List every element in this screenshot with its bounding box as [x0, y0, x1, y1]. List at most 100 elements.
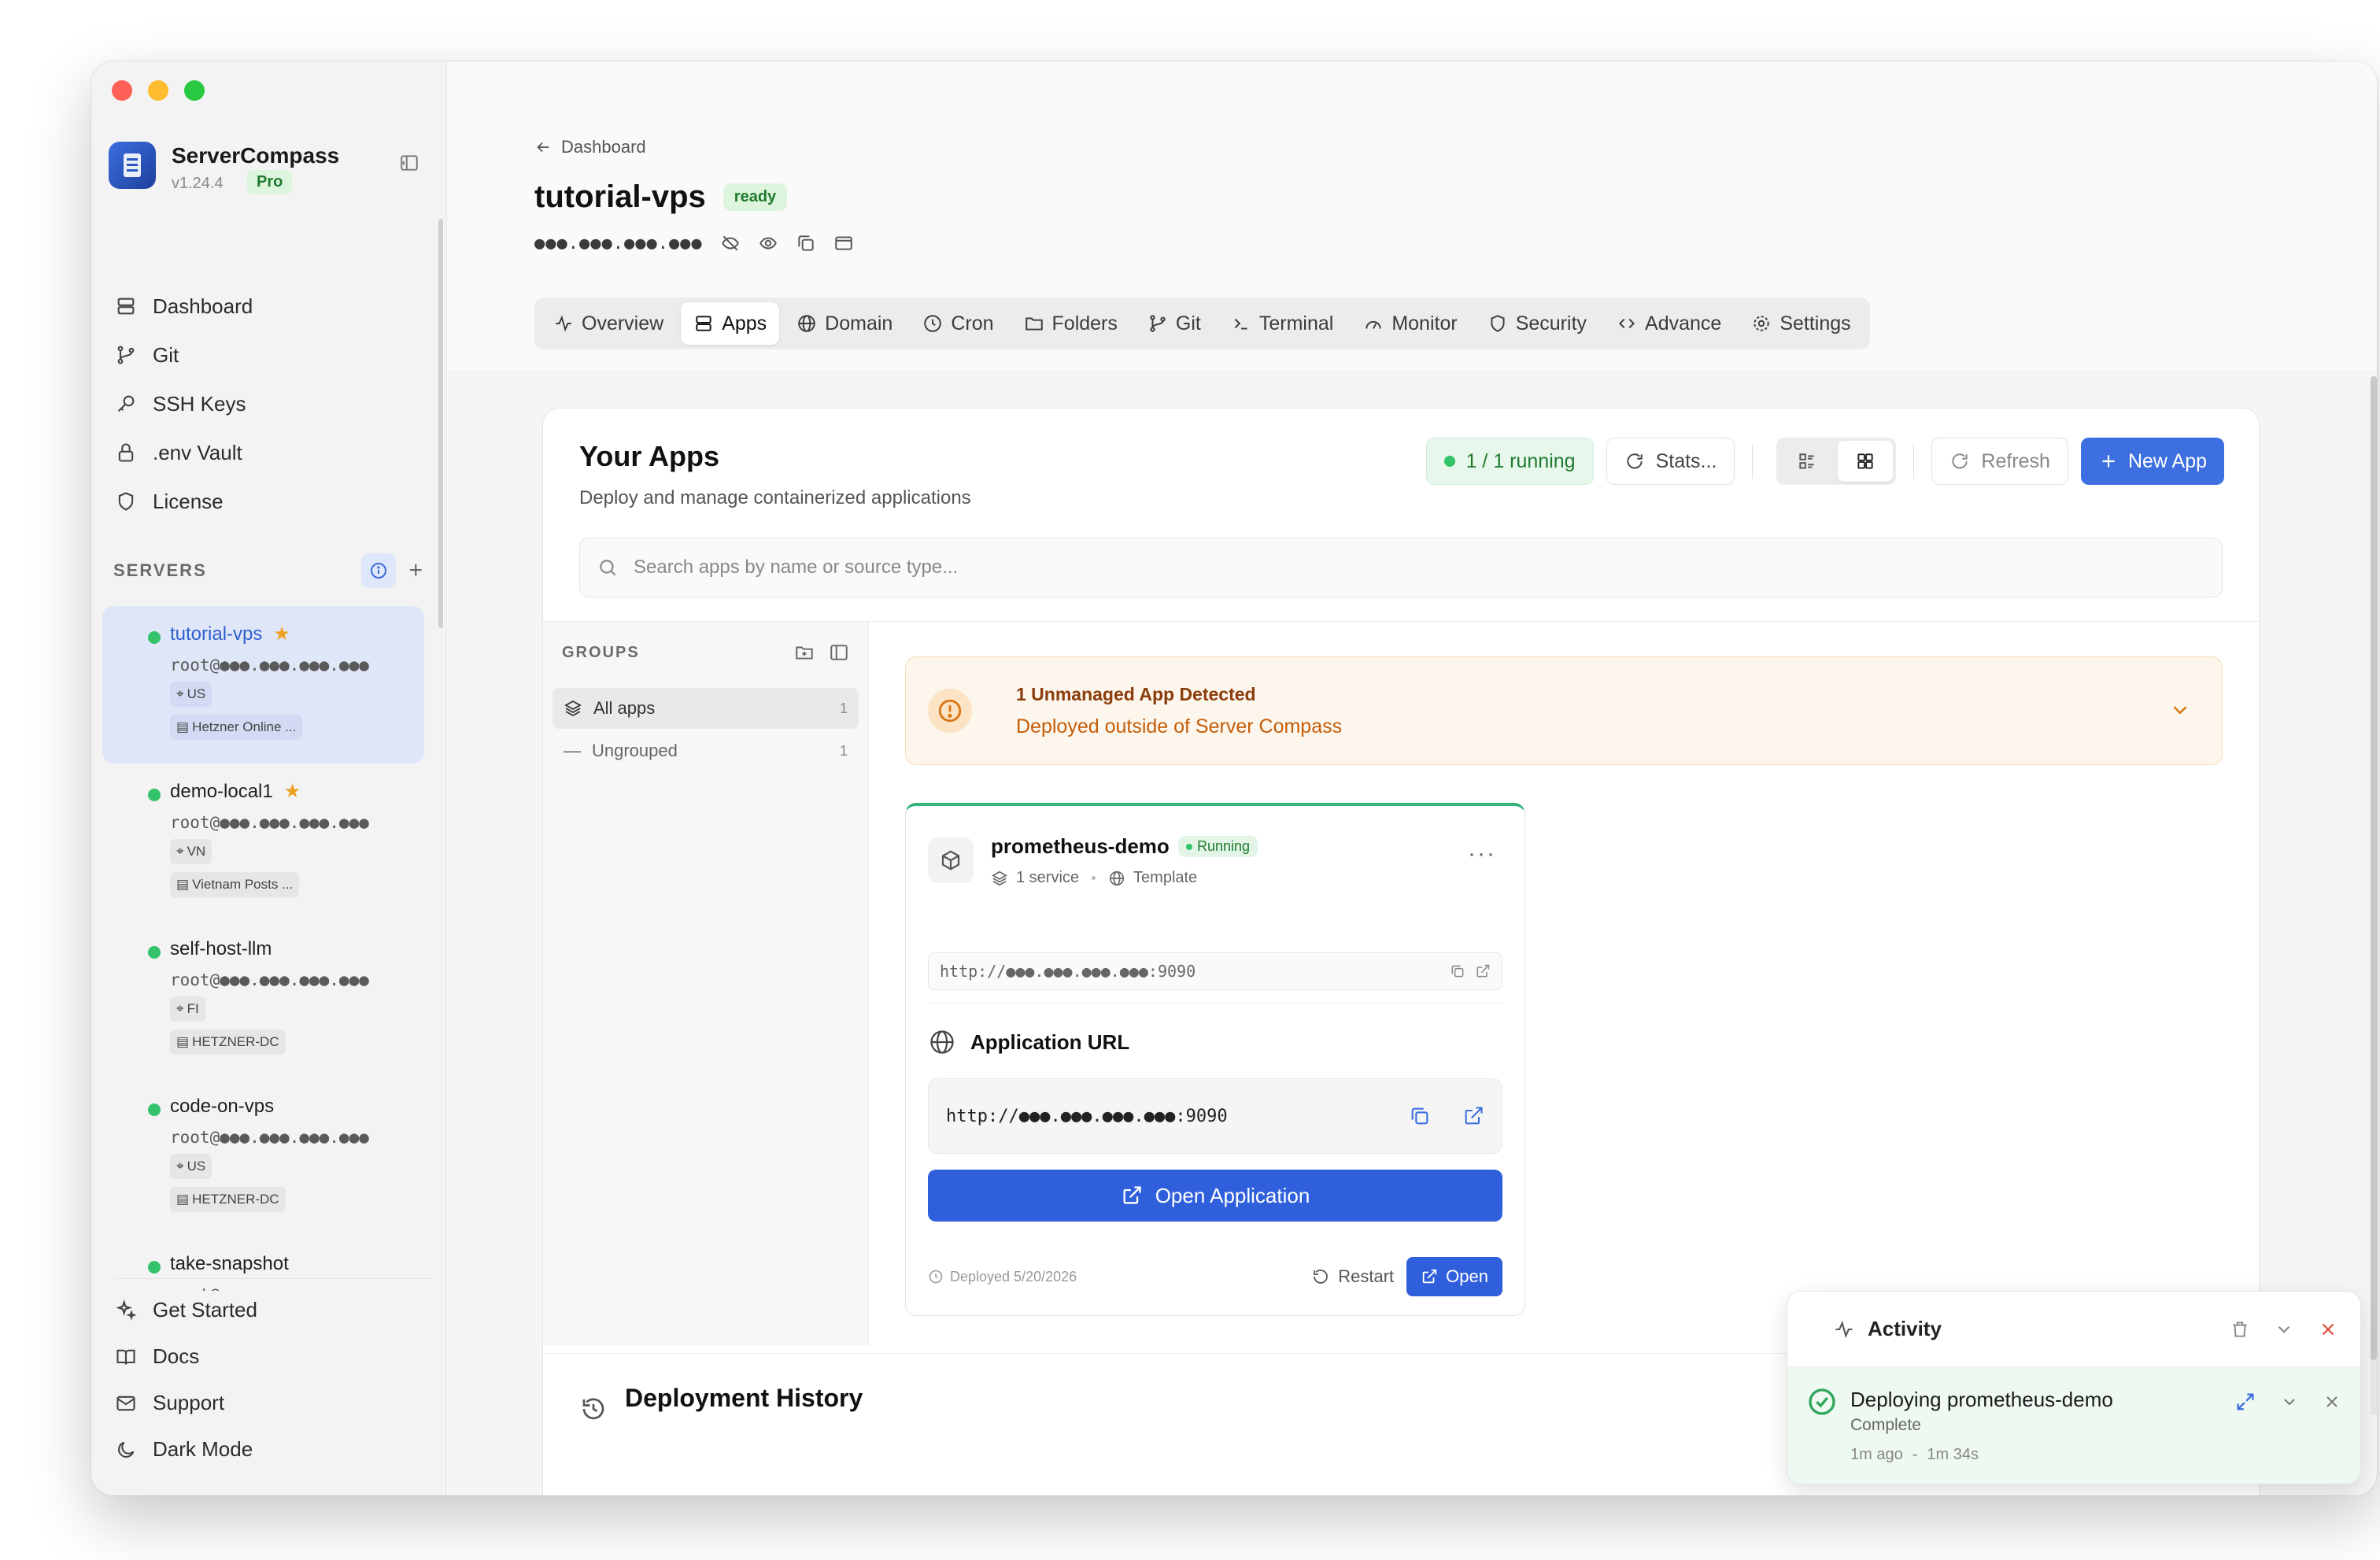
- tab-label: Terminal: [1258, 312, 1334, 335]
- status-dot: [148, 1103, 161, 1116]
- group-item-all-apps[interactable]: All apps 1: [552, 688, 859, 729]
- restart-button[interactable]: Restart: [1311, 1266, 1394, 1287]
- grid-view-icon[interactable]: [1838, 441, 1894, 482]
- copy-icon[interactable]: [1450, 963, 1465, 979]
- external-link-icon: [1121, 1185, 1143, 1207]
- eye-off-icon[interactable]: [720, 233, 741, 253]
- trash-icon[interactable]: [2230, 1319, 2250, 1340]
- nav-item-dark-mode[interactable]: Dark Mode: [115, 1426, 431, 1473]
- tab-terminal[interactable]: Terminal: [1218, 302, 1346, 345]
- nav-item-dashboard[interactable]: Dashboard: [115, 282, 431, 331]
- copy-icon[interactable]: [796, 233, 816, 253]
- deployed-info: Deployed 5/20/2026: [928, 1269, 1311, 1285]
- list-view-icon[interactable]: [1779, 441, 1835, 482]
- server-stack-icon: [693, 313, 714, 334]
- stats-button[interactable]: Stats...: [1606, 438, 1735, 485]
- external-link-icon[interactable]: [1462, 1105, 1484, 1127]
- external-link-icon[interactable]: [1475, 963, 1491, 979]
- browser-icon[interactable]: [833, 233, 854, 253]
- tab-monitor[interactable]: Monitor: [1351, 302, 1469, 345]
- open-application-button[interactable]: Open Application: [928, 1170, 1502, 1222]
- eye-icon[interactable]: [758, 233, 778, 253]
- app-name[interactable]: prometheus-demo: [991, 834, 1170, 859]
- tab-settings[interactable]: Settings: [1739, 302, 1863, 345]
- minimize-window-button[interactable]: [148, 80, 168, 101]
- search-input[interactable]: [634, 556, 1893, 579]
- lock-icon: [115, 442, 137, 464]
- activity-header: Activity: [1787, 1292, 2360, 1367]
- unmanaged-alert[interactable]: 1 Unmanaged App Detected Deployed outsid…: [905, 656, 2223, 765]
- server-item-code-on-vps[interactable]: code-on-vps root@●●●.●●●.●●●.●●● ⌖ US ▤ HE…: [102, 1078, 424, 1236]
- close-window-button[interactable]: [112, 80, 132, 101]
- tab-advance[interactable]: Advance: [1604, 302, 1734, 345]
- sidebar-toggle-icon[interactable]: [399, 153, 419, 173]
- terminal-icon: [1231, 313, 1251, 334]
- tab-cron[interactable]: Cron: [910, 302, 1006, 345]
- add-server-icon[interactable]: +: [408, 557, 423, 584]
- map-pin-icon: ⌖: [176, 1159, 184, 1174]
- provider-chip: ▤ HETZNER-DC: [170, 1187, 286, 1212]
- search-icon: [597, 557, 618, 578]
- nav-label: Dashboard: [153, 294, 253, 318]
- new-app-button[interactable]: New App: [2080, 438, 2224, 485]
- server-address: root@●●●.●●●.●●●.●●●: [170, 970, 369, 989]
- app-logo: [109, 142, 156, 189]
- refresh-label: Refresh: [1981, 449, 2050, 472]
- clock-icon: [922, 313, 943, 334]
- tab-domain[interactable]: Domain: [784, 302, 905, 345]
- tab-apps[interactable]: Apps: [681, 302, 780, 345]
- plus-icon: [2098, 451, 2119, 471]
- server-item-demo-local1[interactable]: demo-local1 ★ root@●●●.●●●.●●●.●●● ⌖ VN ▤ V…: [102, 763, 424, 921]
- nav-item-env-vault[interactable]: .env Vault: [115, 428, 431, 477]
- panel-collapse-icon[interactable]: [829, 642, 849, 663]
- nav-item-get-started[interactable]: Get Started: [115, 1287, 431, 1333]
- server-item-self-host-llm[interactable]: self-host-llm root@●●●.●●●.●●●.●●● ⌖ FI ▤…: [102, 921, 424, 1078]
- nav-item-support[interactable]: Support: [115, 1380, 431, 1426]
- close-icon[interactable]: [2323, 1392, 2341, 1411]
- main-scrollbar[interactable]: [2371, 376, 2377, 1415]
- tab-security[interactable]: Security: [1475, 302, 1599, 345]
- expand-icon[interactable]: [2234, 1391, 2256, 1413]
- layers-icon: [991, 870, 1008, 887]
- tab-overview[interactable]: Overview: [541, 302, 676, 345]
- breadcrumb[interactable]: Dashboard: [534, 137, 646, 157]
- star-icon[interactable]: ★: [273, 620, 290, 649]
- region-chip: ⌖ US: [170, 1154, 213, 1179]
- status-dot: [148, 789, 161, 801]
- tab-folders[interactable]: Folders: [1011, 302, 1130, 345]
- shield-icon: [1488, 313, 1508, 334]
- nav-item-docs[interactable]: Docs: [115, 1333, 431, 1380]
- group-item-ungrouped[interactable]: — Ungrouped 1: [552, 730, 859, 771]
- more-icon[interactable]: ···: [1468, 841, 1496, 867]
- star-icon[interactable]: ★: [284, 778, 301, 806]
- nav-item-license[interactable]: License: [115, 477, 431, 526]
- activity-item-status: Complete: [1850, 1416, 1921, 1434]
- info-icon[interactable]: [361, 553, 397, 588]
- apps-toolbar: 1 / 1 running Stats... Refresh New App: [1425, 437, 2224, 486]
- copy-icon[interactable]: [1409, 1105, 1431, 1127]
- groups-heading: GROUPS: [562, 643, 640, 661]
- server-name: code-on-vps: [170, 1096, 275, 1117]
- refresh-button[interactable]: Refresh: [1931, 438, 2068, 485]
- sidebar-scrollbar[interactable]: [438, 219, 443, 628]
- tab-git[interactable]: Git: [1135, 302, 1214, 345]
- region-chip: ⌖ US: [170, 682, 213, 707]
- maximize-window-button[interactable]: [184, 80, 205, 101]
- chevron-down-icon[interactable]: [2274, 1319, 2294, 1340]
- chevron-down-icon[interactable]: [2280, 1392, 2299, 1411]
- deployment-history-title: Deployment History: [625, 1384, 863, 1412]
- status-badge: ready: [722, 183, 788, 211]
- title-row: tutorial-vps ready: [534, 179, 788, 215]
- nav-item-ssh-keys[interactable]: SSH Keys: [115, 379, 431, 428]
- close-icon[interactable]: [2318, 1319, 2338, 1340]
- open-button[interactable]: Open: [1406, 1257, 1502, 1296]
- tab-label: Advance: [1645, 312, 1722, 335]
- server-item-tutorial-vps[interactable]: tutorial-vps ★ root@●●●.●●●.●●●.●●● ⌖ US ▤…: [102, 606, 424, 763]
- toolbar-divider: [1913, 444, 1915, 479]
- tab-label: Apps: [722, 312, 767, 335]
- nav-item-git[interactable]: Git: [115, 331, 431, 379]
- region-label: FI: [187, 1001, 199, 1016]
- folder-plus-icon[interactable]: [794, 642, 815, 663]
- app-meta: 1 service Template: [991, 869, 1197, 887]
- chevron-down-icon[interactable]: [2168, 698, 2192, 722]
